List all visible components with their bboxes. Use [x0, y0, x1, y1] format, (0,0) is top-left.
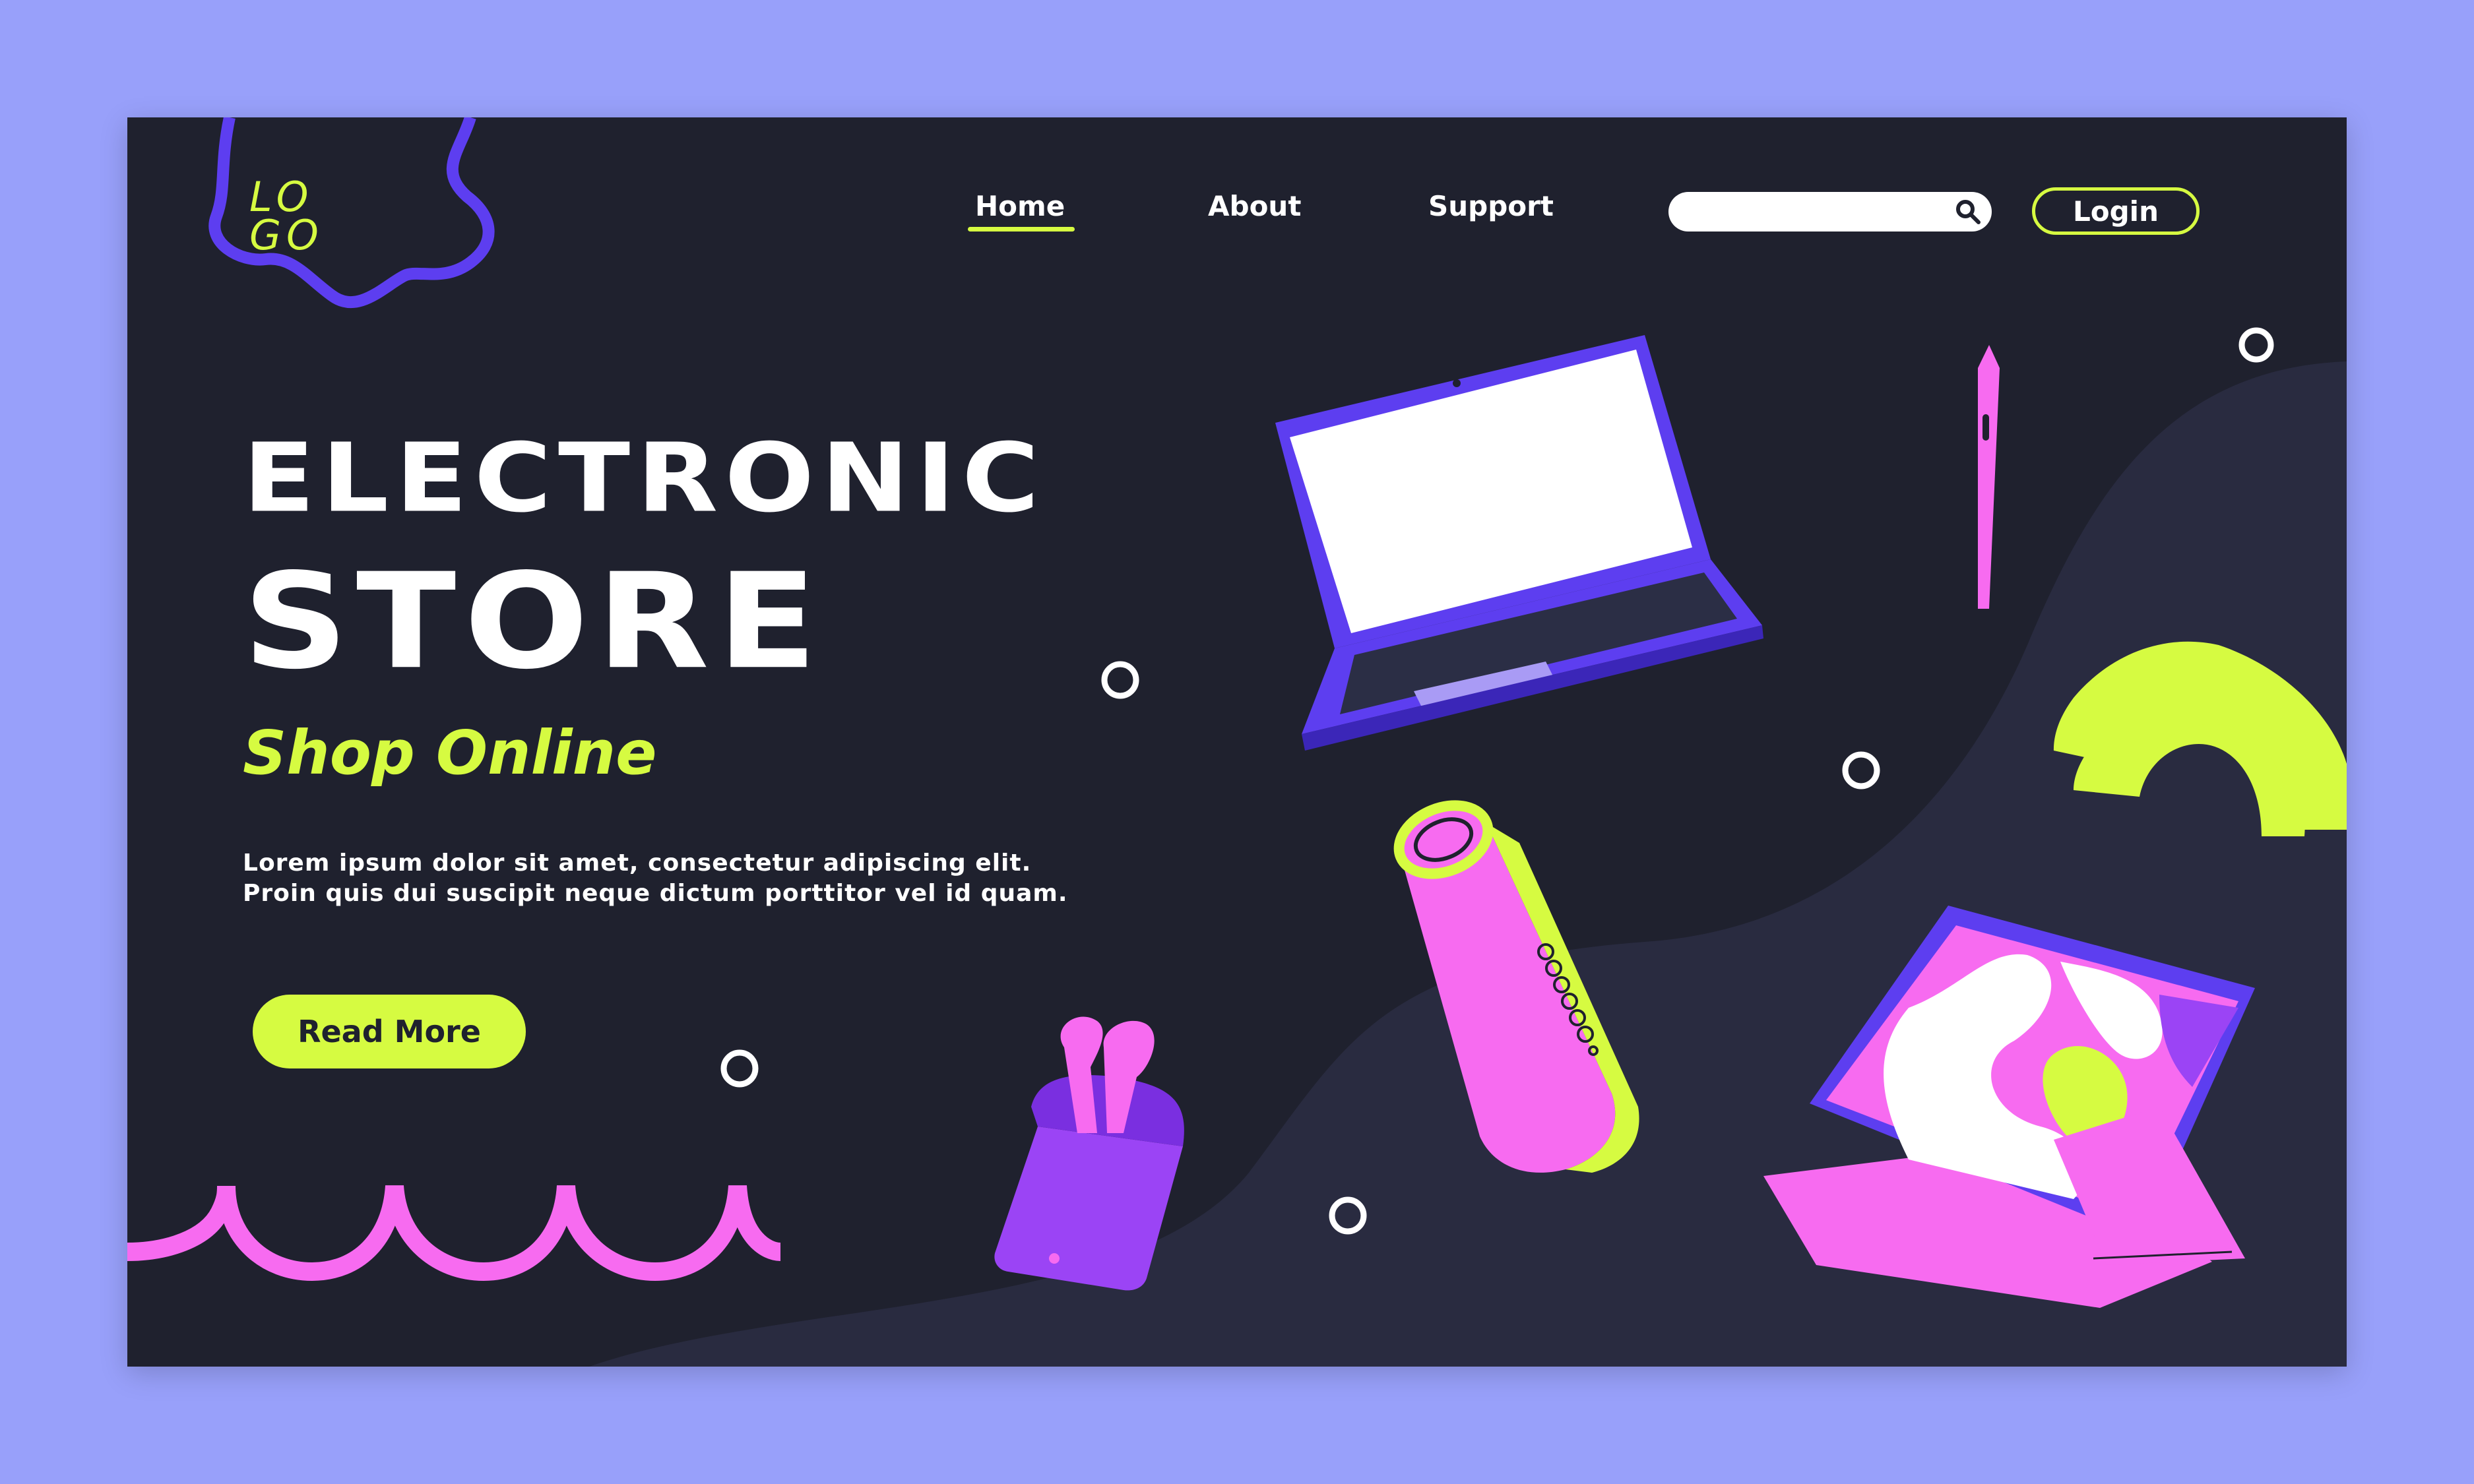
nav-about[interactable]: About [1208, 190, 1301, 222]
landing-page: LO GO Home About Support Login ELECTRONI… [127, 117, 2347, 1367]
hero-title-line-2: STORE [243, 545, 825, 698]
nav-home-underline [968, 227, 1075, 232]
read-more-button[interactable]: Read More [253, 995, 526, 1068]
logo-line-2: GO [249, 211, 324, 259]
scallop-shape [127, 1185, 782, 1282]
laptop-illustration [1275, 335, 1763, 751]
hero-title-line-1: ELECTRONIC [243, 422, 1046, 534]
hero-description-line-1: Lorem ipsum dolor sit amet, consectetur … [243, 850, 1032, 877]
search-input[interactable] [1668, 192, 1992, 232]
ring-deco [2238, 327, 2274, 363]
hero-subtitle: Shop Online [243, 718, 657, 788]
nav-home[interactable]: Home [975, 190, 1065, 222]
ring-deco [720, 1049, 759, 1088]
stylus-illustration [1978, 345, 2000, 609]
logo[interactable]: LO GO [249, 177, 329, 259]
search-icon[interactable] [1953, 197, 1982, 226]
hero-description-line-2: Proin quis dui suscipit neque dictum por… [243, 880, 1068, 907]
login-button[interactable]: Login [2032, 187, 2200, 235]
ring-deco [1101, 661, 1139, 699]
ring-deco [1842, 751, 1880, 789]
hero-description: Lorem ipsum dolor sit amet, consectetur … [243, 848, 1133, 909]
nav-support[interactable]: Support [1428, 190, 1554, 222]
